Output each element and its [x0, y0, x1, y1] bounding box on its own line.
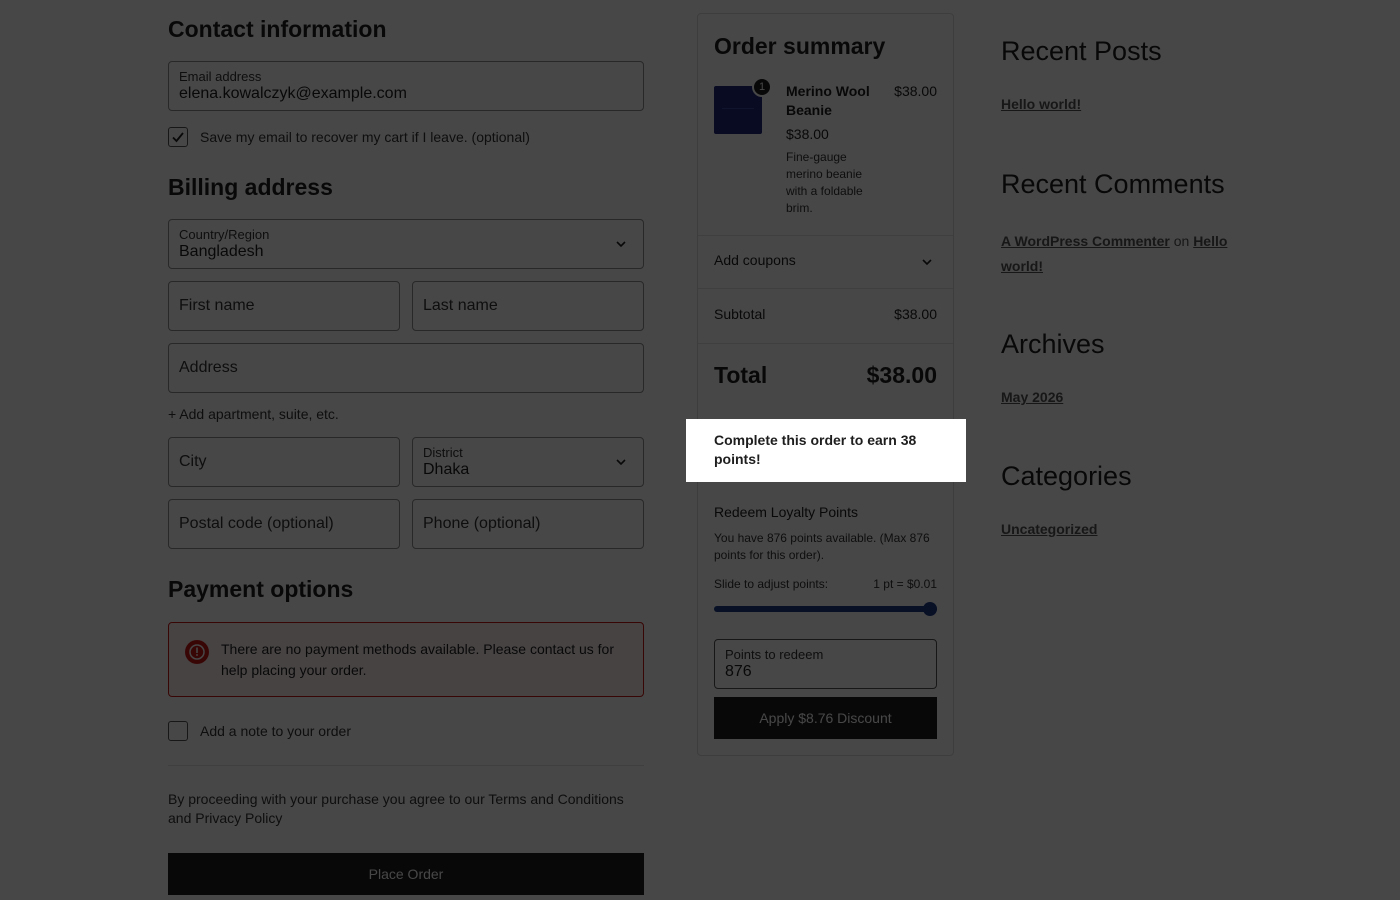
add-coupons-toggle[interactable]: Add coupons — [714, 236, 937, 288]
slider-thumb[interactable] — [923, 602, 937, 616]
terms-text: By proceeding with your purchase you agr… — [168, 791, 624, 826]
address-placeholder: Address — [179, 359, 238, 376]
points-slider[interactable] — [714, 602, 937, 616]
first-name-field[interactable]: First name — [168, 281, 400, 331]
district-label: District — [423, 445, 463, 460]
postal-placeholder: Postal code (optional) — [179, 515, 334, 532]
city-field[interactable]: City — [168, 437, 400, 487]
payment-error-text: There are no payment methods available. … — [221, 641, 614, 678]
address-field[interactable]: Address — [168, 343, 644, 393]
product-description: Fine-gauge merino beanie with a foldable… — [786, 150, 863, 215]
payment-title: Payment options — [168, 576, 354, 602]
country-value: Bangladesh — [179, 243, 264, 260]
archive-link[interactable]: May 2026 — [1001, 389, 1063, 405]
email-label: Email address — [179, 69, 262, 84]
postal-code-field[interactable]: Postal code (optional) — [168, 499, 400, 549]
product-unit-price: $38.00 — [786, 126, 829, 142]
comment-author-link[interactable]: A WordPress Commenter — [1001, 233, 1170, 249]
points-available-text: You have 876 points available. (Max 876 … — [714, 531, 930, 562]
subtotal-value: $38.00 — [894, 306, 937, 322]
category-link[interactable]: Uncategorized — [1001, 521, 1097, 537]
add-note-checkbox[interactable] — [168, 721, 188, 741]
points-to-redeem-label: Points to redeem — [725, 647, 824, 662]
divider — [698, 343, 953, 344]
last-name-field[interactable]: Last name — [412, 281, 644, 331]
last-name-placeholder: Last name — [423, 297, 498, 314]
payment-error-notice: There are no payment methods available. … — [168, 622, 644, 697]
apply-discount-button[interactable]: Apply $8.76 Discount — [714, 697, 937, 739]
district-select[interactable]: District Dhaka — [412, 437, 644, 487]
billing-title: Billing address — [168, 174, 333, 200]
contact-title: Contact information — [168, 16, 387, 42]
first-name-placeholder: First name — [179, 297, 255, 314]
points-to-redeem-value[interactable]: 876 — [725, 663, 752, 681]
recent-posts-title: Recent Posts — [1001, 36, 1162, 66]
total-value: $38.00 — [866, 362, 937, 388]
points-to-redeem-field[interactable]: Points to redeem 876 — [714, 639, 937, 689]
save-email-label: Save my email to recover my cart if I le… — [200, 129, 530, 145]
recent-post-link[interactable]: Hello world! — [1001, 96, 1081, 112]
order-summary-title: Order summary — [714, 33, 886, 59]
order-summary: Order summary 1 Merino Wool Beanie $38.0… — [697, 13, 954, 756]
district-value: Dhaka — [423, 461, 470, 478]
add-coupons-label: Add coupons — [714, 252, 796, 268]
place-order-button[interactable]: Place Order — [168, 853, 644, 895]
earn-points-text: Complete this order to earn 38 points! — [714, 432, 917, 467]
country-select[interactable]: Country/Region Bangladesh — [168, 219, 644, 269]
points-rate: 1 pt = $0.01 — [873, 577, 937, 591]
divider — [698, 288, 953, 289]
total-label: Total — [714, 362, 768, 388]
chevron-down-icon — [616, 459, 626, 466]
categories-title: Categories — [1001, 461, 1132, 491]
city-placeholder: City — [179, 453, 207, 470]
check-icon — [172, 132, 184, 143]
phone-placeholder: Phone (optional) — [423, 515, 541, 532]
subtotal-label: Subtotal — [714, 306, 766, 322]
chevron-down-icon — [922, 259, 932, 266]
chevron-down-icon — [616, 241, 626, 248]
country-label: Country/Region — [179, 227, 270, 242]
save-email-checkbox[interactable] — [168, 127, 188, 147]
comment-on-text: on — [1173, 233, 1190, 249]
quantity-badge: 1 — [752, 77, 772, 97]
redeem-title: Redeem Loyalty Points — [714, 504, 858, 520]
email-value[interactable]: elena.kowalczyk@example.com — [179, 85, 407, 103]
thumbnail-detail — [722, 108, 754, 109]
recent-comments-title: Recent Comments — [1001, 169, 1225, 199]
earn-points-highlight: Complete this order to earn 38 points! — [686, 419, 966, 482]
recent-comment: A WordPress Commenter on Hello world! — [1001, 229, 1241, 279]
product-line-price: $38.00 — [894, 83, 937, 99]
archives-title: Archives — [1001, 329, 1105, 359]
slider-fill — [714, 606, 937, 612]
email-field[interactable]: Email address elena.kowalczyk@example.co… — [168, 61, 644, 111]
phone-field[interactable]: Phone (optional) — [412, 499, 644, 549]
product-name: Merino Wool Beanie — [786, 83, 870, 118]
add-apartment-link[interactable]: + Add apartment, suite, etc. — [168, 406, 339, 422]
divider — [168, 765, 644, 766]
slider-label: Slide to adjust points: — [714, 577, 829, 591]
add-note-label: Add a note to your order — [200, 723, 351, 739]
error-icon — [185, 640, 209, 664]
